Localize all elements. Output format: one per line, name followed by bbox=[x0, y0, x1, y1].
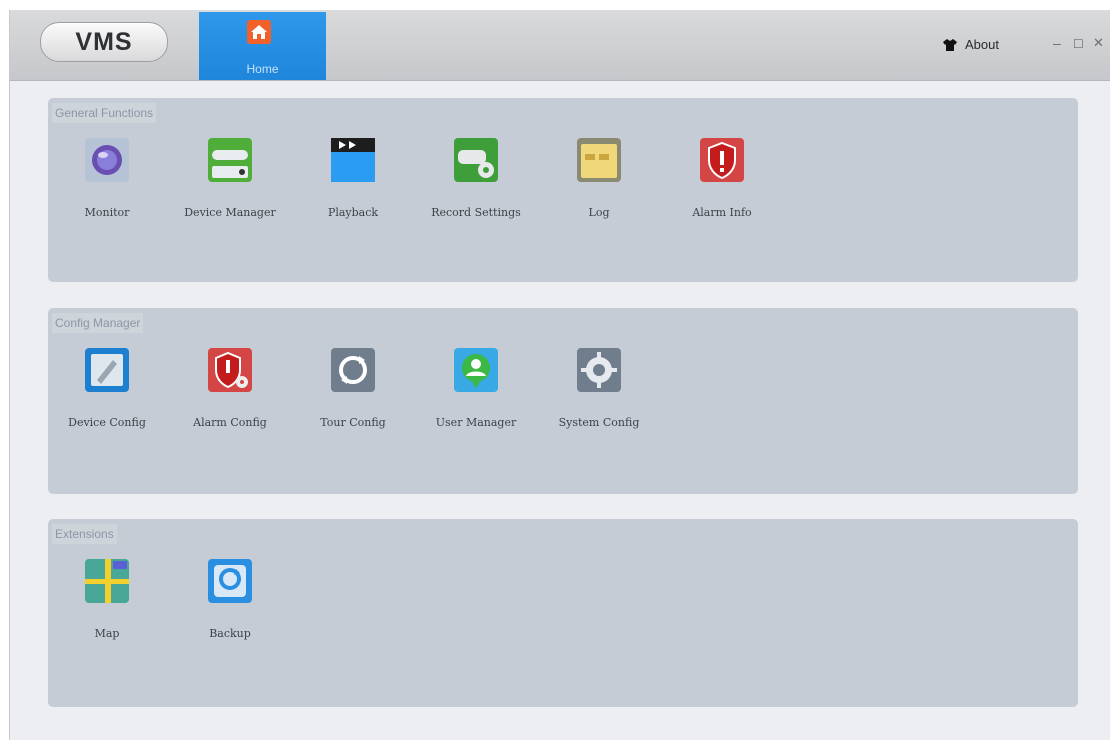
item-label: Tour Config bbox=[320, 416, 386, 429]
vms-window: VMS Home About – ☐ ✕ General Functions M… bbox=[9, 10, 1110, 740]
section-title: Extensions bbox=[52, 524, 117, 544]
item-label: Playback bbox=[327, 206, 379, 219]
alarm-config-icon bbox=[208, 348, 252, 392]
config-manager-panel: Config Manager Device Config Alarm Confi… bbox=[48, 308, 1078, 494]
title-bar: VMS Home About – ☐ ✕ bbox=[10, 10, 1110, 81]
tab-home[interactable]: Home bbox=[199, 12, 326, 80]
playback-button[interactable]: Playback bbox=[298, 136, 408, 219]
extensions-panel: Extensions Map Backup bbox=[48, 519, 1078, 707]
shirt-icon bbox=[943, 38, 957, 51]
monitor-button[interactable]: Monitor bbox=[52, 136, 162, 219]
device-manager-icon bbox=[208, 138, 252, 182]
playback-icon bbox=[331, 138, 375, 182]
item-label: Record Settings bbox=[431, 206, 521, 219]
tour-config-icon bbox=[331, 348, 375, 392]
item-label: Map bbox=[94, 627, 120, 640]
item-label: Alarm Info bbox=[692, 206, 752, 219]
monitor-icon bbox=[85, 138, 129, 182]
home-icon bbox=[247, 20, 271, 44]
item-label: Alarm Config bbox=[193, 416, 267, 429]
item-label: Log bbox=[588, 206, 610, 219]
tour-config-button[interactable]: Tour Config bbox=[298, 346, 408, 429]
user-manager-icon bbox=[454, 348, 498, 392]
map-button[interactable]: Map bbox=[52, 557, 162, 640]
system-config-button[interactable]: System Config bbox=[544, 346, 654, 429]
tab-home-label: Home bbox=[246, 62, 279, 76]
map-icon bbox=[85, 559, 129, 603]
device-config-icon bbox=[85, 348, 129, 392]
item-label: User Manager bbox=[435, 416, 517, 429]
log-button[interactable]: Log bbox=[544, 136, 654, 219]
about-label: About bbox=[965, 37, 999, 52]
alarm-info-button[interactable]: Alarm Info bbox=[667, 136, 777, 219]
section-title: General Functions bbox=[52, 103, 157, 123]
section-title: Config Manager bbox=[52, 313, 144, 333]
user-manager-button[interactable]: User Manager bbox=[421, 346, 531, 429]
general-functions-panel: General Functions Monitor Device Manager bbox=[48, 98, 1078, 282]
minimize-button[interactable]: – bbox=[1053, 35, 1061, 51]
system-config-icon bbox=[577, 348, 621, 392]
about-button[interactable]: About bbox=[943, 37, 999, 52]
record-settings-icon bbox=[454, 138, 498, 182]
item-label: Device Manager bbox=[184, 206, 276, 219]
device-manager-button[interactable]: Device Manager bbox=[175, 136, 285, 219]
alarm-info-icon bbox=[700, 138, 744, 182]
close-button[interactable]: ✕ bbox=[1093, 35, 1104, 51]
backup-icon bbox=[208, 559, 252, 603]
log-icon bbox=[577, 138, 621, 182]
item-label: System Config bbox=[558, 416, 640, 429]
record-settings-button[interactable]: Record Settings bbox=[421, 136, 531, 219]
backup-button[interactable]: Backup bbox=[175, 557, 285, 640]
maximize-button[interactable]: ☐ bbox=[1073, 37, 1084, 51]
device-config-button[interactable]: Device Config bbox=[52, 346, 162, 429]
vms-logo: VMS bbox=[40, 22, 168, 62]
alarm-config-button[interactable]: Alarm Config bbox=[175, 346, 285, 429]
item-label: Device Config bbox=[68, 416, 146, 429]
item-label: Backup bbox=[209, 627, 251, 640]
item-label: Monitor bbox=[84, 206, 130, 219]
